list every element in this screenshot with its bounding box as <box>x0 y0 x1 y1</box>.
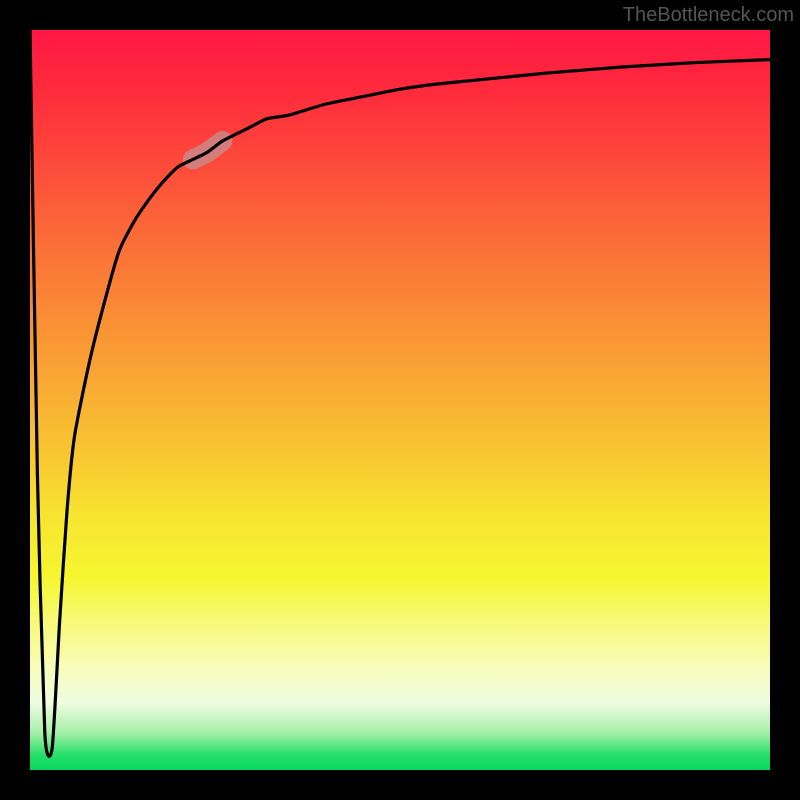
attribution-text: TheBottleneck.com <box>623 4 794 27</box>
chart-frame: TheBottleneck.com <box>0 0 800 800</box>
plot-area <box>30 30 770 770</box>
data-curve <box>30 30 770 756</box>
curve-layer <box>30 30 770 770</box>
